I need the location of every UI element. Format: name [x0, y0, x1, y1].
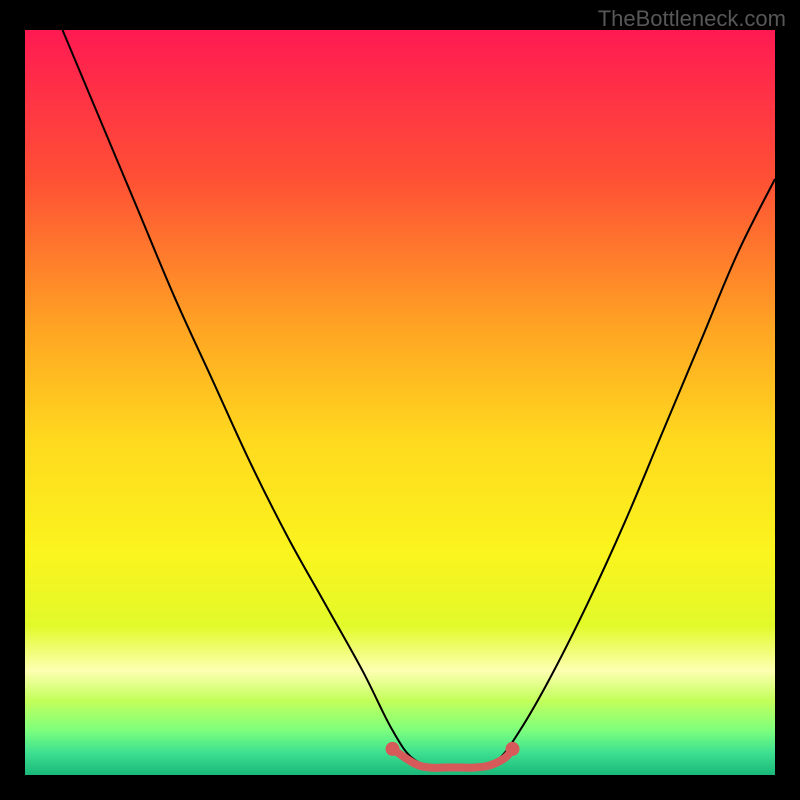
- chart-plot: [25, 30, 775, 775]
- chart-frame: [25, 30, 775, 775]
- watermark-text: TheBottleneck.com: [598, 6, 786, 32]
- gradient-background: [25, 30, 775, 775]
